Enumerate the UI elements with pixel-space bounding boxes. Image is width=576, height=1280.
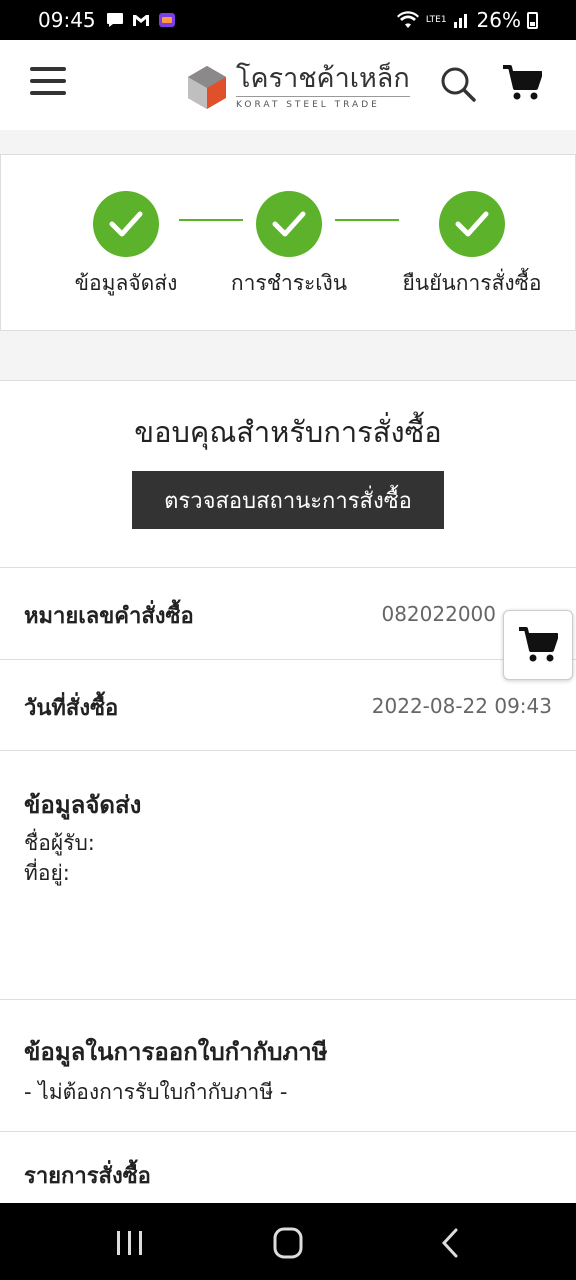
floating-cart-button[interactable] (503, 610, 573, 680)
system-nav-bar (0, 1203, 576, 1280)
check-icon (93, 191, 159, 257)
signal-icon (453, 14, 467, 28)
checkout-steps: ข้อมูลจัดส่ง การชำระเงิน ยืนยันการสั่งซื… (0, 154, 576, 331)
address-label: ที่อยู่: (24, 861, 70, 885)
hamburger-menu-icon[interactable] (30, 67, 66, 97)
recent-apps-icon[interactable] (110, 1227, 150, 1259)
logo-english-text: KORAT STEEL TRADE (236, 96, 410, 110)
step-label: ข้อมูลจัดส่ง (74, 271, 178, 295)
app-notification-icon (158, 13, 175, 27)
step-label: ยืนยันการสั่งซื้อ (402, 271, 542, 295)
order-number-value: 082022000 (381, 602, 496, 626)
tax-invoice-title: ข้อมูลในการออกใบกำกับภาษี (24, 1038, 328, 1066)
cart-icon (519, 627, 558, 662)
tax-invoice-section: ข้อมูลในการออกใบกำกับภาษี - ไม่ต้องการรั… (0, 999, 576, 1131)
check-order-status-button[interactable]: ตรวจสอบสถานะการสั่งซื้อ (132, 471, 444, 529)
shipping-title: ข้อมูลจัดส่ง (24, 791, 142, 819)
message-icon (106, 13, 123, 27)
gmail-icon (132, 15, 149, 26)
order-date-label: วันที่สั่งซื้อ (24, 696, 119, 721)
cart-icon[interactable] (502, 64, 542, 102)
home-icon[interactable] (268, 1227, 308, 1259)
step-shipping: ข้อมูลจัดส่ง (58, 191, 194, 300)
recipient-label: ชื่อผู้รับ: (24, 831, 95, 855)
order-confirmation: ขอบคุณสำหรับการสั่งซื้อ ตรวจสอบสถานะการส… (0, 380, 576, 1203)
battery-icon (527, 11, 538, 29)
back-icon[interactable] (430, 1227, 470, 1259)
shipping-info-section: ข้อมูลจัดส่ง ชื่อผู้รับ: ที่อยู่: (0, 750, 576, 1000)
check-icon (256, 191, 322, 257)
search-icon[interactable] (440, 66, 476, 102)
order-items-title: รายการสั่งซื้อ (24, 1164, 151, 1189)
check-icon (439, 191, 505, 257)
status-time: 09:45 (38, 8, 96, 32)
logo[interactable]: โคราชค้าเหล็ก KORAT STEEL TRADE (186, 64, 410, 110)
wifi-icon (396, 11, 419, 28)
notification-icons (106, 12, 176, 28)
order-date-row: วันที่สั่งซื้อ 2022-08-22 09:43 (0, 659, 576, 751)
thanks-heading: ขอบคุณสำหรับการสั่งซื้อ (134, 415, 442, 449)
network-type: LTE1 (425, 14, 447, 25)
order-number-row: หมายเลขคำสั่งซื้อ 082022000 (0, 567, 576, 659)
battery-percent: 26% (476, 8, 521, 32)
step-confirm: ยืนยันการสั่งซื้อ (397, 191, 547, 300)
order-number-label: หมายเลขคำสั่งซื้อ (24, 604, 194, 629)
app-header: โคราชค้าเหล็ก KORAT STEEL TRADE (0, 40, 576, 130)
step-payment: การชำระเงิน (221, 191, 357, 300)
tax-invoice-value: - ไม่ต้องการรับใบกำกับภาษี - (24, 1080, 288, 1104)
status-right: LTE1 26% (396, 8, 538, 32)
order-items-section: รายการสั่งซื้อ (0, 1131, 576, 1204)
logo-thai-text: โคราชค้าเหล็ก (236, 63, 410, 94)
status-bar: 09:45 LTE1 26% (0, 0, 576, 40)
order-date-value: 2022-08-22 09:43 (371, 694, 552, 718)
step-label: การชำระเงิน (230, 271, 348, 295)
logo-hexagon-icon (188, 66, 226, 109)
